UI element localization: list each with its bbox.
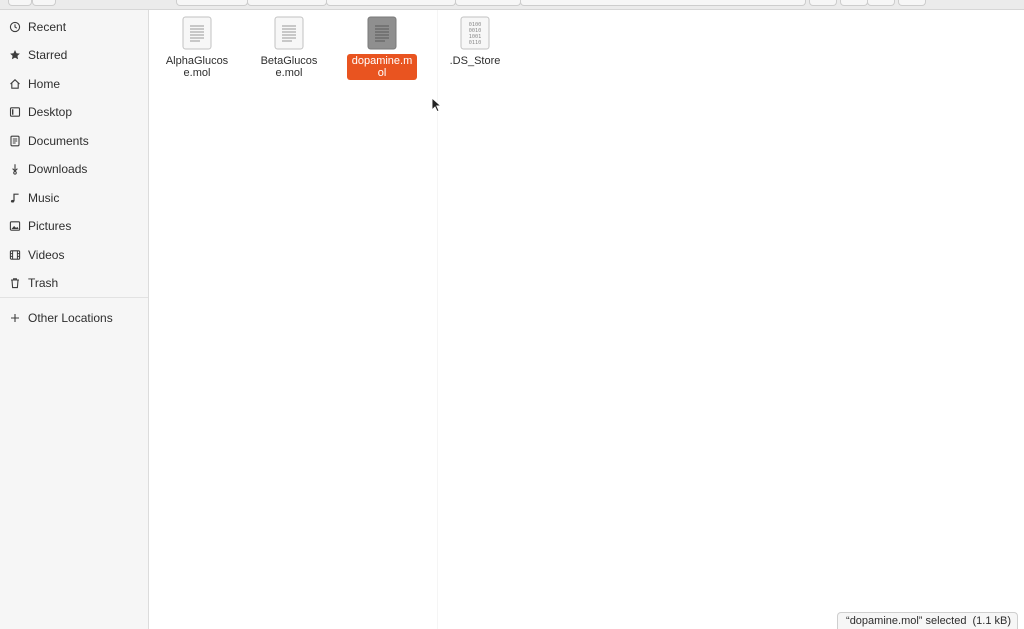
mouse-cursor-icon bbox=[431, 97, 443, 113]
video-icon bbox=[9, 249, 21, 261]
sidebar-item-documents[interactable]: Documents bbox=[0, 127, 148, 155]
sidebar-item-label: Documents bbox=[28, 134, 89, 148]
sidebar-item-label: Starred bbox=[28, 48, 68, 62]
picture-icon bbox=[9, 220, 21, 232]
clock-icon bbox=[9, 21, 21, 33]
sidebar-item-pictures[interactable]: Pictures bbox=[0, 212, 148, 240]
path-bar-segment[interactable] bbox=[326, 0, 456, 6]
path-bar-segment[interactable] bbox=[520, 0, 806, 6]
file-name: AlphaGlucose.mol bbox=[165, 55, 229, 79]
plus-icon bbox=[9, 312, 21, 324]
home-icon bbox=[9, 78, 21, 90]
search-button[interactable] bbox=[809, 0, 837, 6]
sidebar-item-label: Music bbox=[28, 191, 60, 205]
sidebar-item-label: Home bbox=[28, 77, 61, 91]
path-bar-segment[interactable] bbox=[455, 0, 521, 6]
sidebar-item-trash[interactable]: Trash bbox=[0, 269, 148, 297]
text-file-icon bbox=[274, 16, 304, 50]
sidebar: Recent Starred Home Desktop Documents Do… bbox=[0, 10, 149, 629]
file-item[interactable]: 0100 0010 1001 0110 .DS_Store bbox=[436, 16, 514, 68]
selection-size: (1.1 kB) bbox=[972, 615, 1011, 627]
sidebar-item-home[interactable]: Home bbox=[0, 70, 148, 98]
sidebar-item-downloads[interactable]: Downloads bbox=[0, 155, 148, 183]
download-icon bbox=[9, 163, 21, 175]
star-icon bbox=[9, 49, 21, 61]
sidebar-item-label: Downloads bbox=[28, 162, 88, 176]
view-options-button[interactable] bbox=[867, 0, 895, 6]
binary-file-icon: 0100 0010 1001 0110 bbox=[460, 16, 490, 50]
header-bar bbox=[0, 0, 1024, 10]
sidebar-item-label: Videos bbox=[28, 248, 65, 262]
file-name: dopamine.mol bbox=[347, 54, 417, 80]
sidebar-item-label: Pictures bbox=[28, 219, 72, 233]
music-icon bbox=[9, 192, 21, 204]
text-file-icon bbox=[182, 16, 212, 50]
sidebar-separator bbox=[0, 297, 148, 298]
sidebar-item-label: Recent bbox=[28, 20, 67, 34]
trash-icon bbox=[9, 277, 21, 289]
sidebar-item-label: Desktop bbox=[28, 105, 73, 119]
desktop-icon bbox=[9, 106, 21, 118]
sidebar-item-recent[interactable]: Recent bbox=[0, 13, 148, 41]
sidebar-item-videos[interactable]: Videos bbox=[0, 241, 148, 269]
file-item-selected[interactable]: dopamine.mol bbox=[343, 16, 421, 80]
svg-text:0110: 0110 bbox=[469, 40, 482, 46]
status-bar: “dopamine.mol” selected (1.1 kB) bbox=[837, 612, 1018, 629]
text-file-icon bbox=[367, 16, 397, 50]
forward-button[interactable] bbox=[32, 0, 56, 6]
sidebar-item-label: Trash bbox=[28, 276, 59, 290]
file-name: .DS_Store bbox=[449, 55, 501, 67]
file-item[interactable]: BetaGlucose.mol bbox=[250, 16, 328, 80]
sidebar-item-label: Other Locations bbox=[28, 311, 113, 325]
sidebar-item-starred[interactable]: Starred bbox=[0, 41, 148, 69]
back-button[interactable] bbox=[8, 0, 32, 6]
path-bar-segment[interactable] bbox=[176, 0, 248, 6]
sidebar-item-music[interactable]: Music bbox=[0, 184, 148, 212]
selection-status: “dopamine.mol” selected bbox=[846, 615, 967, 627]
file-view[interactable] bbox=[149, 10, 1024, 629]
file-manager-window: Recent Starred Home Desktop Documents Do… bbox=[0, 0, 1024, 629]
path-bar-segment[interactable] bbox=[247, 0, 327, 6]
sidebar-item-other-locations[interactable]: Other Locations bbox=[0, 304, 148, 332]
view-toggle-button[interactable] bbox=[840, 0, 868, 6]
file-item[interactable]: AlphaGlucose.mol bbox=[158, 16, 236, 80]
file-name: BetaGlucose.mol bbox=[260, 55, 318, 79]
document-icon bbox=[9, 135, 21, 147]
menu-button[interactable] bbox=[898, 0, 926, 6]
sidebar-item-desktop[interactable]: Desktop bbox=[0, 98, 148, 126]
